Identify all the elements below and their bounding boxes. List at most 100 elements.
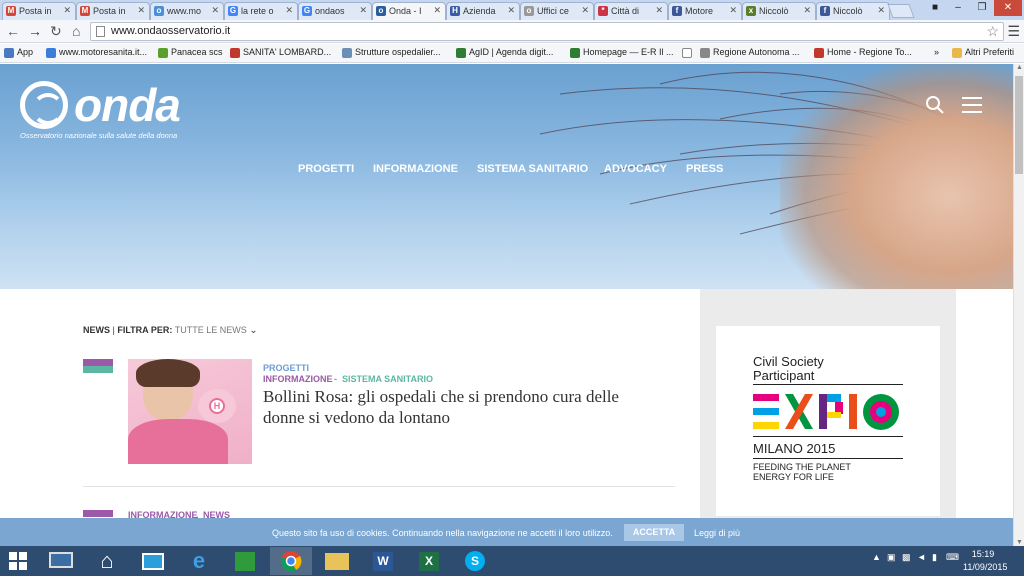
home-folder-icon[interactable]: ⌂ [86, 547, 128, 575]
address-bar[interactable]: www.ondaosservatorio.it ☆ [90, 22, 1004, 41]
windows-start-icon[interactable] [0, 547, 36, 575]
tab-close-icon[interactable]: ✕ [655, 5, 663, 16]
desktop-icon[interactable] [40, 547, 82, 575]
browser-tab[interactable]: x Niccolò ✕ [742, 2, 816, 20]
network-icon[interactable]: ▮ [932, 552, 937, 563]
keyboard-icon[interactable]: ⌨ [946, 552, 959, 563]
chevron-down-icon[interactable]: ⌄ [249, 325, 257, 336]
browser-tab[interactable]: f Motore ✕ [668, 2, 742, 20]
bookmark-item[interactable]: » [934, 47, 939, 57]
bookmark-item[interactable]: App [4, 47, 33, 58]
close-window-button[interactable]: ✕ [994, 0, 1022, 16]
tab-close-icon[interactable]: ✕ [211, 5, 219, 16]
onda-logo-icon[interactable] [20, 81, 68, 129]
bookmark-item[interactable]: Panacea scs [158, 47, 223, 58]
chrome-icon[interactable] [270, 547, 312, 575]
tab-label: ondaos [315, 6, 345, 16]
bookmark-item[interactable]: www.motoresanita.it... [46, 47, 148, 58]
tag-informazione[interactable]: INFORMAZIONE [263, 374, 333, 384]
bookmark-item[interactable]: Regione Autonoma ... [700, 47, 800, 58]
browser-tab[interactable]: Gondaos ✕ [298, 2, 372, 20]
tag-progetti[interactable]: PROGETTI [263, 363, 309, 373]
tab-close-icon[interactable]: ✕ [137, 5, 145, 16]
scrollbar-thumb[interactable] [1015, 76, 1023, 174]
user-icon[interactable]: ■ [928, 0, 942, 16]
tray-app-icon[interactable]: ▣ [887, 552, 896, 563]
minimize-button[interactable]: – [946, 0, 970, 16]
bookmark-star-icon[interactable]: ☆ [986, 23, 999, 40]
browser-tab[interactable]: o Uffici ce ✕ [520, 2, 594, 20]
scroll-up-icon[interactable]: ▲ [1016, 64, 1023, 71]
tab-close-icon[interactable]: ✕ [507, 5, 515, 16]
bookmark-item[interactable]: Homepage — E-R Il ... [570, 47, 674, 58]
word-icon[interactable]: W [362, 547, 404, 575]
browser-tab[interactable]: H Azienda ✕ [446, 2, 520, 20]
tab-close-icon[interactable]: ✕ [877, 5, 885, 16]
internet-explorer-icon[interactable]: e [178, 547, 220, 575]
bookmark-item[interactable]: AgID | Agenda digit... [456, 47, 554, 58]
store-icon[interactable] [224, 547, 266, 575]
nav-progetti[interactable]: PROGETTI [298, 163, 354, 175]
browser-tab[interactable]: Gla rete o ✕ [224, 2, 298, 20]
tray-expand-icon[interactable]: ▲ [872, 552, 881, 562]
read-more-link[interactable]: Leggi di più [694, 528, 740, 538]
clock[interactable]: 15:19 11/09/2015 [963, 548, 1007, 574]
browser-tab[interactable]: * Città di ✕ [594, 2, 668, 20]
volume-icon[interactable]: ◄ [917, 552, 926, 562]
article-thumbnail[interactable]: H [128, 359, 252, 464]
tab-close-icon[interactable]: ✕ [285, 5, 293, 16]
gmail-icon: M [6, 6, 16, 16]
nav-sistema-sanitario[interactable]: SISTEMA SANITARIO [477, 163, 588, 175]
reload-icon[interactable]: ↻ [50, 23, 62, 39]
filter-dropdown[interactable]: TUTTE LE NEWS [175, 325, 247, 335]
news-label: NEWS [83, 325, 110, 335]
accept-cookies-button[interactable]: ACCETTA [624, 524, 684, 541]
new-tab-button[interactable] [887, 4, 915, 18]
nav-advocacy[interactable]: ADVOCACY [604, 163, 667, 175]
mail-icon[interactable] [132, 547, 174, 575]
article-title[interactable]: Bollini Rosa: gli ospedali che si prendo… [263, 386, 663, 428]
browser-tab[interactable]: M Posta in ✕ [76, 2, 150, 20]
browser-tab[interactable]: f Niccolò ✕ [816, 2, 890, 20]
tab-label: Onda - I [389, 6, 422, 16]
hamburger-menu-icon[interactable] [962, 97, 982, 113]
tag-sistema-sanitario[interactable]: SISTEMA SANITARIO [342, 374, 433, 384]
page-scrollbar[interactable]: ▲ ▼ [1013, 64, 1024, 546]
tab-close-icon[interactable]: ✕ [63, 5, 71, 16]
clock-time: 15:19 [971, 549, 995, 559]
forward-icon[interactable]: → [28, 23, 42, 39]
excel-icon[interactable]: X [408, 547, 450, 575]
tab-close-icon[interactable]: ✕ [433, 5, 441, 16]
browser-toolbar: ← → ↻ ⌂ www.ondaosservatorio.it ☆ ☰ [0, 20, 1024, 43]
expo-rule-bottom [753, 458, 903, 459]
browser-tab[interactable]: M Posta in ✕ [2, 2, 76, 20]
file-explorer-icon[interactable] [316, 547, 358, 575]
site-logo[interactable]: onda [74, 78, 181, 132]
bookmark-icon [342, 48, 352, 58]
maximize-button[interactable]: ❐ [970, 0, 994, 16]
tab-close-icon[interactable]: ✕ [359, 5, 367, 16]
nav-informazione[interactable]: INFORMAZIONE [373, 163, 458, 175]
bookmark-item[interactable]: SANITA' LOMBARD... [230, 47, 331, 58]
browser-tab[interactable]: o www.mo ✕ [150, 2, 224, 20]
search-icon[interactable] [925, 95, 945, 115]
tab-close-icon[interactable]: ✕ [803, 5, 811, 16]
expo-banner[interactable]: Civil Society Participant MILANO 2015 FE… [716, 326, 940, 516]
back-icon[interactable]: ← [6, 23, 20, 39]
bookmark-label: www.motoresanita.it... [59, 47, 148, 57]
cookie-banner: Questo sito fa uso di cookies. Continuan… [0, 518, 1013, 546]
skype-icon[interactable]: S [454, 547, 496, 575]
tab-close-icon[interactable]: ✕ [729, 5, 737, 16]
nav-press[interactable]: PRESS [686, 163, 723, 175]
bookmark-item[interactable]: Strutture ospedalier... [342, 47, 441, 58]
bookmark-item[interactable]: Altri Preferiti [952, 47, 1014, 58]
bookmark-label: AgID | Agenda digit... [469, 47, 554, 57]
browser-tab[interactable]: o Onda - I ✕ [372, 2, 446, 20]
tab-label: la rete o [241, 6, 274, 16]
tray-monitor-icon[interactable]: ▩ [902, 552, 911, 563]
chrome-menu-icon[interactable]: ☰ [1007, 23, 1020, 40]
home-icon[interactable]: ⌂ [72, 23, 80, 39]
tab-close-icon[interactable]: ✕ [581, 5, 589, 16]
bookmark-item[interactable]: Home - Regione To... [814, 47, 912, 58]
scroll-down-icon[interactable]: ▼ [1016, 539, 1023, 546]
